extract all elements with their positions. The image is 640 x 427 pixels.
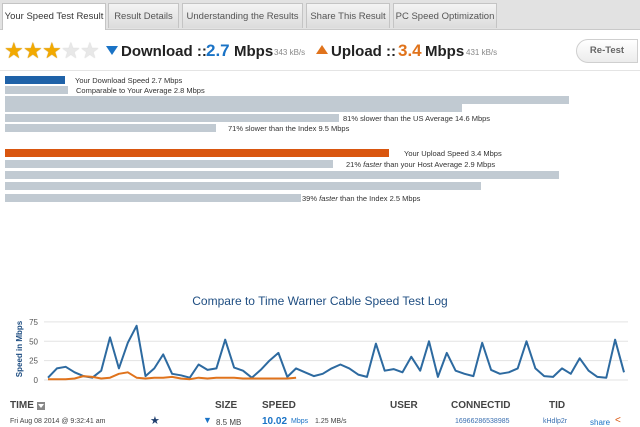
- upload-unit: Mbps: [425, 43, 465, 60]
- result-header: ★ ★ ★ ★ ★ Download :: 2.7 Mbps 343 kB/s …: [0, 34, 640, 71]
- row-connectid[interactable]: 16966286538985: [455, 418, 510, 425]
- tab-pc-speed-optimization[interactable]: PC Speed Optimization: [393, 3, 497, 28]
- download-arrow-icon: [106, 46, 118, 55]
- star-filled-icon: ★: [42, 38, 62, 63]
- column-header-user[interactable]: USER: [390, 400, 418, 411]
- y-tick-label: 0: [34, 376, 39, 385]
- chart-title: Compare to Time Warner Cable Speed Test …: [192, 294, 448, 308]
- download-label: Download ::: [121, 43, 207, 60]
- download-index-bar: [5, 124, 216, 132]
- download-average-bar: [5, 86, 68, 94]
- upload-host-average-bar: [5, 160, 333, 168]
- column-header-connectid[interactable]: CONNECTID: [451, 400, 510, 411]
- upload-index-text: 39% faster than the Index 2.5 Mbps: [302, 194, 421, 203]
- star-empty-icon: ★: [80, 38, 100, 63]
- upload-comparison-bar: [5, 171, 559, 179]
- row-speed-kbs: 1.25 MB/s: [315, 418, 347, 425]
- upload-label: Upload ::: [331, 43, 396, 60]
- upload-arrow-icon: [316, 45, 328, 54]
- star-filled-icon: ★: [4, 38, 24, 63]
- row-speed: 10.02: [262, 416, 288, 427]
- y-tick-label: 25: [29, 357, 38, 366]
- download-kbs: 343 kB/s: [274, 48, 306, 57]
- sort-dropdown-icon[interactable]: [37, 402, 45, 410]
- download-us-average-bar: [5, 114, 339, 122]
- upload-value: 3.4: [398, 41, 422, 60]
- download-speed-bar: [5, 76, 65, 84]
- column-header-tid[interactable]: TID: [549, 400, 565, 411]
- result-tabs: Your Speed Test Result Result Details Un…: [0, 0, 640, 30]
- download-us-average-bar: [5, 104, 462, 112]
- upload-comparison-bar: [5, 182, 481, 190]
- row-speed-unit: Mbps: [291, 418, 309, 425]
- series-line-log: [47, 324, 625, 379]
- download-average-text: Comparable to Your Average 2.8 Mbps: [76, 86, 205, 95]
- column-header-speed[interactable]: SPEED: [262, 400, 296, 411]
- tab-result-details[interactable]: Result Details: [108, 3, 179, 28]
- y-axis-label: Speed in Mbps: [15, 320, 24, 377]
- row-tid[interactable]: kHdlp2r: [543, 418, 567, 425]
- download-unit: Mbps: [234, 43, 274, 60]
- download-speed-text: Your Download Speed 2.7 Mbps: [75, 76, 183, 85]
- tab-share-this-result[interactable]: Share This Result: [306, 3, 390, 28]
- download-value: 2.7: [206, 41, 230, 60]
- star-empty-icon: ★: [61, 38, 81, 63]
- column-header-size[interactable]: SIZE: [215, 400, 237, 411]
- tab-your-speed-test-result[interactable]: Your Speed Test Result: [2, 3, 106, 30]
- speed-log-chart: 0 25 50 75 Speed in Mbps: [15, 318, 628, 385]
- y-tick-label: 50: [29, 337, 38, 346]
- retest-button[interactable]: Re-Test: [576, 39, 638, 63]
- column-header-time[interactable]: TIME: [10, 400, 34, 411]
- upload-kbs: 431 kB/s: [466, 48, 498, 57]
- upload-speed-text: Your Upload Speed 3.4 Mbps: [404, 149, 502, 158]
- download-comparison-bar: [5, 96, 569, 104]
- download-index-text: 71% slower than the Index 9.5 Mbps: [228, 124, 350, 133]
- tab-understanding-the-results[interactable]: Understanding the Results: [182, 3, 303, 28]
- y-tick-label: 75: [29, 318, 38, 327]
- star-filled-icon: ★: [23, 38, 43, 63]
- upload-host-average-text: 21% faster than your Host Average 2.9 Mb…: [346, 160, 496, 169]
- row-time: Fri Aug 08 2014 @ 9:32:41 am: [10, 418, 106, 425]
- upload-index-bar: [5, 194, 301, 202]
- download-us-average-text: 81% slower than the US Average 14.6 Mbps: [343, 114, 491, 123]
- share-icon[interactable]: <: [615, 415, 621, 426]
- star-icon: ★: [150, 415, 160, 427]
- upload-speed-bar: [5, 149, 389, 157]
- download-arrow-icon: ▼: [203, 415, 212, 425]
